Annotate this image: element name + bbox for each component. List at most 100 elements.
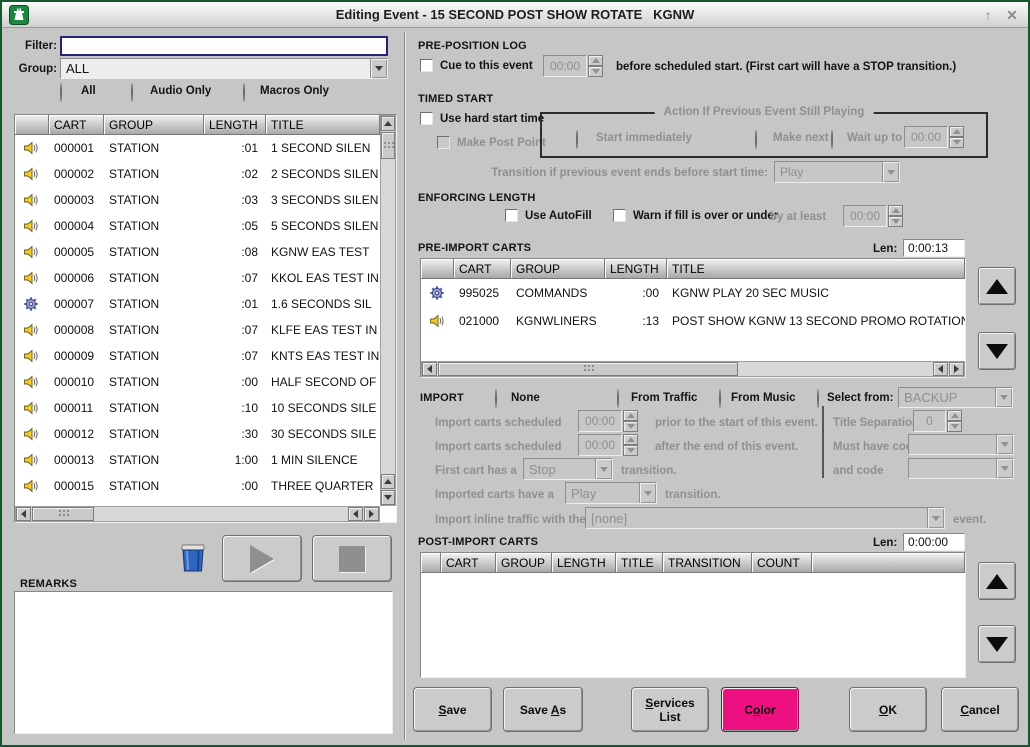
imported-carts-transition-select[interactable]: Play (565, 482, 657, 504)
chevron-down-icon[interactable] (927, 508, 944, 528)
radio-macros-only[interactable] (243, 83, 245, 102)
horizontal-scroll-thumb[interactable] (438, 362, 738, 376)
radio-wait-up-to[interactable] (831, 130, 833, 149)
scroll-down-icon[interactable] (381, 490, 395, 505)
stop-button[interactable] (312, 535, 392, 582)
radio-import-none[interactable] (495, 389, 497, 408)
pre-import-move-down-button[interactable] (978, 332, 1016, 370)
hard-start-checkbox[interactable] (420, 112, 433, 125)
radio-import-select-from[interactable] (817, 389, 819, 408)
by-at-least-spinbox[interactable]: 00:00 (843, 205, 903, 227)
col-title[interactable]: TITLE (667, 259, 965, 279)
table-row[interactable]: 000011 STATION :10 10 SECONDS SILE (15, 395, 380, 421)
horizontal-scrollbar[interactable] (15, 506, 380, 522)
chevron-down-icon[interactable] (995, 388, 1012, 407)
inline-traffic-select[interactable]: [none] (585, 507, 945, 529)
table-row[interactable]: 000003 STATION :03 3 SECONDS SILEN (15, 187, 380, 213)
spin-up-icon[interactable] (623, 410, 638, 421)
col-length[interactable]: LENGTH (204, 115, 266, 135)
scroll-up2-icon[interactable] (381, 474, 395, 489)
table-row[interactable]: 000004 STATION :05 5 SECONDS SILEN (15, 213, 380, 239)
spin-up-icon[interactable] (623, 434, 638, 445)
services-list-button[interactable]: Services List (631, 687, 709, 732)
table-row[interactable]: 000005 STATION :08 KGNW EAS TEST (15, 239, 380, 265)
shade-window-icon[interactable]: ↑ (978, 5, 998, 25)
col-count[interactable]: COUNT (752, 553, 812, 573)
table-row[interactable]: 000015 STATION :00 THREE QUARTER (15, 473, 380, 499)
vertical-scroll-thumb[interactable] (381, 132, 395, 159)
table-row[interactable]: 000008 STATION :07 KLFE EAS TEST IN (15, 317, 380, 343)
save-button[interactable]: Save (413, 687, 492, 732)
table-row[interactable]: 000007 STATION :01 1.6 SECONDS SIL (15, 291, 380, 317)
scroll-left2-icon[interactable] (348, 507, 363, 521)
radio-make-next[interactable] (755, 130, 757, 149)
vertical-scrollbar[interactable] (380, 115, 396, 506)
warn-fill-checkbox[interactable] (613, 209, 626, 222)
col-cart[interactable]: CART (49, 115, 104, 135)
transition-select[interactable]: Play (774, 161, 900, 183)
spin-up-icon[interactable] (588, 55, 603, 66)
col-cart[interactable]: CART (454, 259, 511, 279)
must-have-code-select[interactable] (908, 434, 1014, 455)
radio-start-immediately[interactable] (576, 130, 578, 149)
filter-input[interactable] (60, 36, 388, 56)
color-button[interactable]: Color (721, 687, 799, 732)
chevron-down-icon[interactable] (882, 162, 899, 182)
ok-button[interactable]: OK (849, 687, 927, 732)
col-title[interactable]: TITLE (266, 115, 380, 135)
horizontal-scroll-thumb[interactable] (32, 507, 94, 521)
cancel-button[interactable]: Cancel (941, 687, 1019, 732)
sched-prior-spinbox[interactable]: 00:00 (578, 410, 638, 432)
chevron-down-icon[interactable] (639, 483, 656, 503)
chevron-down-icon[interactable] (996, 435, 1013, 454)
use-autofill-checkbox[interactable] (505, 209, 518, 222)
cue-to-event-checkbox[interactable] (420, 59, 433, 72)
table-row[interactable]: 000009 STATION :07 KNTS EAS TEST IN (15, 343, 380, 369)
scroll-left-icon[interactable] (422, 362, 437, 376)
pre-import-move-up-button[interactable] (978, 267, 1016, 305)
spin-up-icon[interactable] (947, 410, 962, 421)
make-post-point-checkbox[interactable] (437, 136, 450, 149)
remarks-textarea[interactable] (14, 591, 393, 734)
pre-import-len-field[interactable]: 0:00:13 (903, 239, 965, 257)
group-select[interactable]: ALL (60, 58, 388, 79)
spin-down-icon[interactable] (947, 421, 962, 432)
radio-audio-only[interactable] (131, 83, 133, 102)
post-import-move-down-button[interactable] (978, 625, 1016, 663)
col-length[interactable]: LENGTH (605, 259, 667, 279)
table-row[interactable]: 021000 KGNWLINERS :13 POST SHOW KGNW 13 … (421, 307, 965, 335)
table-row[interactable]: 000006 STATION :07 KKOL EAS TEST IN (15, 265, 380, 291)
table-row[interactable]: 000012 STATION :30 30 SECONDS SILE (15, 421, 380, 447)
spin-up-icon[interactable] (888, 205, 903, 216)
radio-all[interactable] (60, 83, 62, 102)
table-row[interactable]: 000010 STATION :00 HALF SECOND OF (15, 369, 380, 395)
wait-time-spinbox[interactable]: 00:00 (904, 126, 964, 148)
close-window-icon[interactable]: ✕ (1002, 5, 1022, 25)
play-button[interactable] (222, 535, 302, 582)
table-row[interactable]: 000001 STATION :01 1 SECOND SILEN (15, 135, 380, 161)
col-cart[interactable]: CART (441, 553, 496, 573)
post-import-len-field[interactable]: 0:00:00 (903, 533, 965, 551)
post-import-move-up-button[interactable] (978, 562, 1016, 600)
spin-down-icon[interactable] (888, 216, 903, 227)
scroll-right-icon[interactable] (949, 362, 964, 376)
first-cart-transition-select[interactable]: Stop (523, 458, 613, 480)
and-code-select[interactable] (908, 458, 1014, 479)
table-row[interactable]: 000013 STATION 1:00 1 MIN SILENCE (15, 447, 380, 473)
col-transition[interactable]: TRANSITION (663, 553, 752, 573)
radio-import-traffic[interactable] (617, 389, 619, 408)
spin-down-icon[interactable] (949, 137, 964, 148)
cue-time-spinbox[interactable]: 00:00 (543, 55, 603, 77)
scroll-left2-icon[interactable] (933, 362, 948, 376)
trash-bucket-icon[interactable] (176, 541, 210, 575)
col-length[interactable]: LENGTH (552, 553, 616, 573)
chevron-down-icon[interactable] (370, 59, 387, 78)
spin-down-icon[interactable] (588, 66, 603, 77)
radio-import-music[interactable] (719, 389, 721, 408)
scroll-left-icon[interactable] (16, 507, 31, 521)
horizontal-scrollbar[interactable] (421, 361, 965, 377)
col-group[interactable]: GROUP (104, 115, 204, 135)
scroll-up-icon[interactable] (381, 116, 395, 131)
spin-up-icon[interactable] (949, 126, 964, 137)
sched-after-spinbox[interactable]: 00:00 (578, 434, 638, 456)
